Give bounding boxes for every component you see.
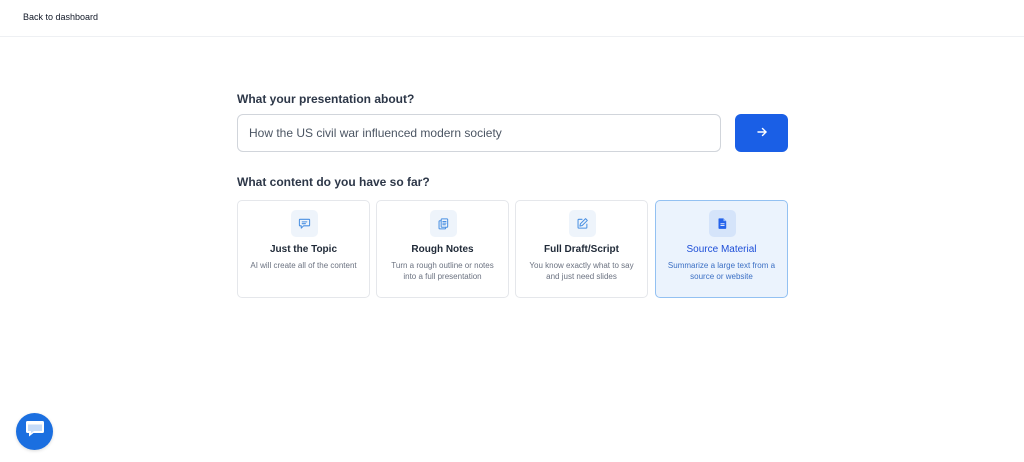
- content-question: What content do you have so far?: [237, 175, 430, 189]
- option-description: Summarize a large text from a source or …: [667, 261, 776, 281]
- submit-topic-button[interactable]: [735, 114, 788, 152]
- option-source-material[interactable]: Source Material Summarize a large text f…: [655, 200, 788, 298]
- option-title: Just the Topic: [269, 244, 338, 255]
- option-description: You know exactly what to say and just ne…: [529, 261, 634, 281]
- option-just-the-topic[interactable]: Just the Topic AI will create all of the…: [237, 200, 370, 298]
- option-title: Full Draft/Script: [543, 244, 619, 255]
- edit-pencil-icon: [569, 210, 596, 237]
- option-description: Turn a rough outline or notes into a ful…: [391, 261, 494, 281]
- chat-bubble-icon: [24, 419, 46, 444]
- message-square-icon: [291, 210, 318, 237]
- option-title: Rough Notes: [411, 244, 474, 255]
- copy-documents-icon: [430, 210, 457, 237]
- option-rough-notes[interactable]: Rough Notes Turn a rough outline or note…: [376, 200, 509, 298]
- content-options: Just the Topic AI will create all of the…: [237, 200, 788, 298]
- option-full-draft-script[interactable]: Full Draft/Script You know exactly what …: [515, 200, 648, 298]
- top-bar: Back to dashboard: [0, 0, 1024, 37]
- file-text-icon: [709, 210, 736, 237]
- chat-launcher-button[interactable]: [16, 413, 53, 450]
- option-description: AI will create all of the content: [250, 261, 357, 270]
- arrow-right-icon: [756, 126, 768, 141]
- option-title: Source Material: [686, 244, 757, 255]
- topic-input[interactable]: [237, 114, 721, 152]
- topic-question: What your presentation about?: [237, 92, 415, 106]
- back-to-dashboard-link[interactable]: Back to dashboard: [23, 12, 98, 22]
